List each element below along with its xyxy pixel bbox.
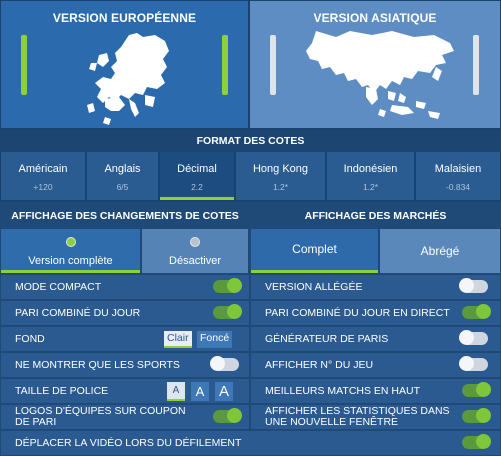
version-selector: VERSION EUROPÉENNE VERSION ASIATIQUE: [0, 0, 501, 130]
setting-move-video: DÉPLACER LA VIDÉO LORS DU DÉFILEMENT: [1, 431, 500, 455]
radio-selected-icon: [65, 237, 76, 247]
setting-label: PARI COMBINÉ DU JOUR EN DIRECT: [265, 307, 450, 319]
right-indicator-bar: [222, 35, 228, 95]
compact-mode-toggle[interactable]: [213, 278, 242, 293]
odds-option-label: Malaisien: [434, 163, 482, 175]
move-video-toggle[interactable]: [462, 434, 491, 449]
sports-only-toggle[interactable]: [210, 356, 239, 371]
left-indicator-bar: [21, 35, 27, 95]
setting-team-logos: LOGOS D'ÉQUIPES SUR COUPON DE PARI: [1, 405, 249, 429]
odds-format-heading: FORMAT DES COTES: [0, 130, 501, 152]
odds-option-label: Américain: [18, 163, 68, 175]
setting-top-matches: MEILLEURS MATCHS EN HAUT: [251, 379, 500, 403]
stats-window-toggle[interactable]: [462, 408, 491, 423]
setting-label: VERSION ALLÉGÉE: [265, 281, 363, 293]
odds-changes-heading: AFFICHAGE DES CHANGEMENTS DE COTES: [11, 210, 239, 222]
light-version-toggle[interactable]: [459, 278, 488, 293]
markets-short-tab[interactable]: Abrégé: [380, 229, 500, 273]
bet-generator-toggle[interactable]: [459, 330, 488, 345]
odds-changes-disable-option[interactable]: Désactiver: [142, 229, 248, 273]
toggle-knob: [459, 356, 474, 371]
setting-game-number: AFFICHER N° DU JEU: [251, 353, 500, 377]
asia-map-icon: [306, 31, 454, 119]
toggle-knob: [476, 382, 491, 397]
odds-option-label: Anglais: [104, 163, 141, 175]
markets-heading: AFFICHAGE DES MARCHÉS: [304, 210, 447, 222]
asian-version-panel[interactable]: VERSION ASIATIQUE: [250, 1, 500, 128]
odds-option-example: 1.2*: [362, 182, 379, 192]
toggle-knob: [227, 304, 242, 319]
setting-accumulator-of-day: PARI COMBINÉ DU JOUR: [1, 301, 249, 325]
setting-font-size: TAILLE DE POLICE A A A: [1, 379, 249, 403]
toggle-knob: [476, 408, 491, 423]
top-matches-toggle[interactable]: [462, 382, 491, 397]
odds-option-label: Décimal: [177, 163, 217, 175]
european-version-title: VERSION EUROPÉENNE: [52, 11, 197, 25]
toggle-knob: [459, 278, 474, 293]
setting-background: FOND Clair Foncé: [1, 327, 249, 351]
asian-version-title: VERSION ASIATIQUE: [313, 11, 437, 25]
accumulator-of-day-toggle[interactable]: [213, 304, 242, 319]
setting-label: PARI COMBINÉ DU JOUR: [15, 307, 141, 319]
setting-sports-only: NE MONTRER QUE LES SPORTS: [1, 353, 249, 377]
setting-label: MEILLEURS MATCHS EN HAUT: [265, 385, 420, 397]
setting-label: AFFICHER N° DU JEU: [265, 359, 374, 371]
right-indicator-bar: [473, 35, 479, 95]
toggle-knob: [476, 434, 491, 449]
setting-label: TAILLE DE POLICE: [15, 385, 109, 397]
background-light-button[interactable]: Clair: [164, 331, 192, 348]
odds-option-example: 6/5: [116, 182, 129, 192]
odds-changes-full-option[interactable]: Version complète: [1, 229, 140, 273]
setting-bet-generator: GÉNÉRATEUR DE PARIS: [251, 327, 500, 351]
background-dark-button[interactable]: Foncé: [197, 331, 233, 348]
setting-live-accumulator: PARI COMBINÉ DU JOUR EN DIRECT: [251, 301, 500, 325]
font-size-small-button[interactable]: A: [167, 382, 185, 401]
odds-changes-disable-label: Désactiver: [169, 255, 221, 267]
odds-option-example: -0.834: [445, 182, 471, 192]
toggle-knob: [459, 330, 474, 345]
live-accumulator-toggle[interactable]: [462, 304, 491, 319]
team-logos-toggle[interactable]: [213, 408, 242, 423]
left-indicator-bar: [270, 35, 276, 95]
setting-label: FOND: [15, 333, 45, 345]
european-version-panel[interactable]: VERSION EUROPÉENNE: [1, 1, 248, 128]
toggle-knob: [227, 408, 242, 423]
europe-map-icon: [87, 33, 169, 125]
odds-option-label: Indonésien: [343, 163, 398, 175]
setting-compact-mode: MODE COMPACT: [1, 275, 249, 299]
odds-option-label: Hong Kong: [252, 163, 309, 175]
setting-label: MODE COMPACT: [15, 281, 102, 293]
toggle-knob: [210, 356, 225, 371]
setting-light-version: VERSION ALLÉGÉE: [251, 275, 500, 299]
odds-option-english[interactable]: Anglais 6/5: [87, 152, 158, 200]
setting-stats-window: AFFICHER LES STATISTIQUES DANS UNE NOUVE…: [251, 405, 500, 429]
odds-option-american[interactable]: Américain +120: [1, 152, 85, 200]
setting-label: DÉPLACER LA VIDÉO LORS DU DÉFILEMENT: [15, 437, 242, 449]
odds-option-decimal[interactable]: Décimal 2.2: [160, 152, 234, 200]
setting-label: GÉNÉRATEUR DE PARIS: [265, 333, 389, 345]
setting-label: NE MONTRER QUE LES SPORTS: [15, 359, 180, 371]
odds-changes-full-label: Version complète: [28, 255, 113, 267]
odds-format-selector: Américain +120 Anglais 6/5 Décimal 2.2 H…: [0, 152, 501, 202]
odds-option-example: 2.2: [191, 182, 203, 192]
game-number-toggle[interactable]: [459, 356, 488, 371]
odds-option-indonesian[interactable]: Indonésien 1.2*: [327, 152, 414, 200]
odds-option-malaysian[interactable]: Malaisien -0.834: [416, 152, 500, 200]
setting-label: AFFICHER LES STATISTIQUES DANS UNE NOUVE…: [265, 405, 450, 428]
font-size-large-button[interactable]: A: [215, 382, 233, 401]
markets-complete-tab[interactable]: Complet: [251, 229, 378, 273]
font-size-medium-button[interactable]: A: [191, 382, 209, 401]
radio-unselected-icon: [190, 237, 200, 247]
toggle-knob: [476, 304, 491, 319]
odds-option-example: 1.2*: [272, 182, 289, 192]
odds-option-example: +120: [33, 182, 53, 192]
odds-option-hong-kong[interactable]: Hong Kong 1.2*: [236, 152, 325, 200]
toggle-knob: [227, 278, 242, 293]
setting-label: LOGOS D'ÉQUIPES SUR COUPON DE PARI: [15, 405, 186, 428]
